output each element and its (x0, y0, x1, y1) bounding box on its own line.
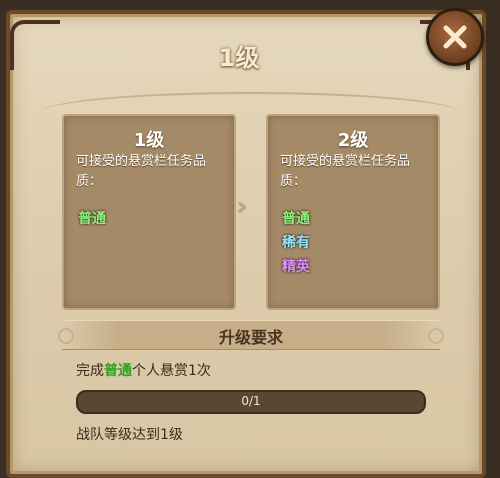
next-level-title: 2级 (337, 130, 369, 151)
current-quality-common: 普通 (78, 211, 106, 227)
requirement-suffix: 个人悬赏1次 (132, 363, 211, 379)
double-chevron-right-icon: ››› (236, 192, 249, 222)
requirement-quality-highlight: 普通 (104, 363, 132, 379)
current-level-card: 1级 可接受的悬赏栏任务品质： 普通 (62, 114, 236, 310)
header-right-ornament (428, 328, 444, 344)
next-quality-label: 可接受的悬赏栏任务品质： (280, 154, 411, 189)
panel-title: 1级 (218, 44, 260, 72)
progress-text: 0/1 (241, 394, 261, 408)
requirement-bounty: 完成普通个人悬赏1次 (76, 360, 211, 380)
requirements-title: 升级要求 (218, 328, 283, 347)
next-level-card: 2级 可接受的悬赏栏任务品质： 普通 稀有 精英 (266, 114, 440, 310)
next-quality-rare: 稀有 (282, 235, 310, 251)
requirements-header: 升级要求 (58, 320, 444, 350)
bounty-progress-bar: 0/1 (76, 390, 426, 414)
close-button[interactable] (426, 8, 484, 66)
next-quality-elite: 精英 (282, 259, 310, 275)
requirement-prefix: 完成 (76, 363, 104, 379)
next-quality-common: 普通 (282, 211, 310, 227)
current-level-title: 1级 (133, 130, 165, 151)
requirement-team-level: 战队等级达到1级 (76, 427, 183, 443)
close-x-icon (443, 25, 467, 49)
current-quality-label: 可接受的悬赏栏任务品质： (76, 154, 207, 189)
